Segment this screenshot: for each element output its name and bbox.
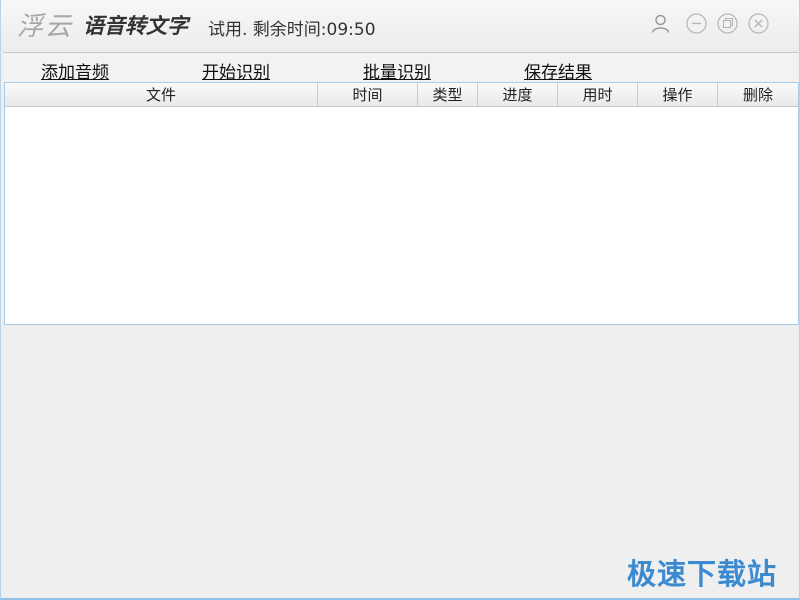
table-body[interactable]	[5, 108, 798, 324]
start-recognition-button[interactable]: 开始识别	[202, 58, 270, 83]
close-icon[interactable]	[748, 13, 769, 34]
add-audio-button[interactable]: 添加音频	[41, 58, 109, 83]
app-title: 语音转文字	[83, 14, 188, 38]
brand-logo: 浮云	[17, 12, 74, 42]
column-header-duration[interactable]: 用时	[558, 83, 638, 107]
column-header-progress[interactable]: 进度	[478, 83, 558, 107]
watermark-text: 极速下载站	[627, 557, 778, 591]
app-window: 浮云 语音转文字 试用. 剩余时间:09:50 添加音频 开始识别 批量识别 保…	[0, 0, 800, 600]
title-bar[interactable]: 浮云 语音转文字 试用. 剩余时间:09:50	[1, 0, 799, 52]
column-header-action[interactable]: 操作	[638, 83, 718, 107]
maximize-icon[interactable]	[717, 13, 738, 34]
user-icon[interactable]	[650, 13, 671, 34]
save-results-button[interactable]: 保存结果	[524, 58, 592, 83]
batch-recognition-button[interactable]: 批量识别	[363, 58, 431, 83]
file-table[interactable]: 文件 时间 类型 进度 用时 操作 删除	[4, 82, 799, 325]
column-header-type[interactable]: 类型	[418, 83, 478, 107]
column-header-delete[interactable]: 删除	[718, 83, 798, 107]
column-header-time[interactable]: 时间	[318, 83, 418, 107]
toolbar: 添加音频 开始识别 批量识别 保存结果	[3, 52, 798, 83]
minimize-icon[interactable]	[686, 13, 707, 34]
column-header-file[interactable]: 文件	[5, 83, 318, 107]
table-header: 文件 时间 类型 进度 用时 操作 删除	[5, 83, 798, 107]
trial-status: 试用. 剩余时间:09:50	[208, 20, 376, 40]
